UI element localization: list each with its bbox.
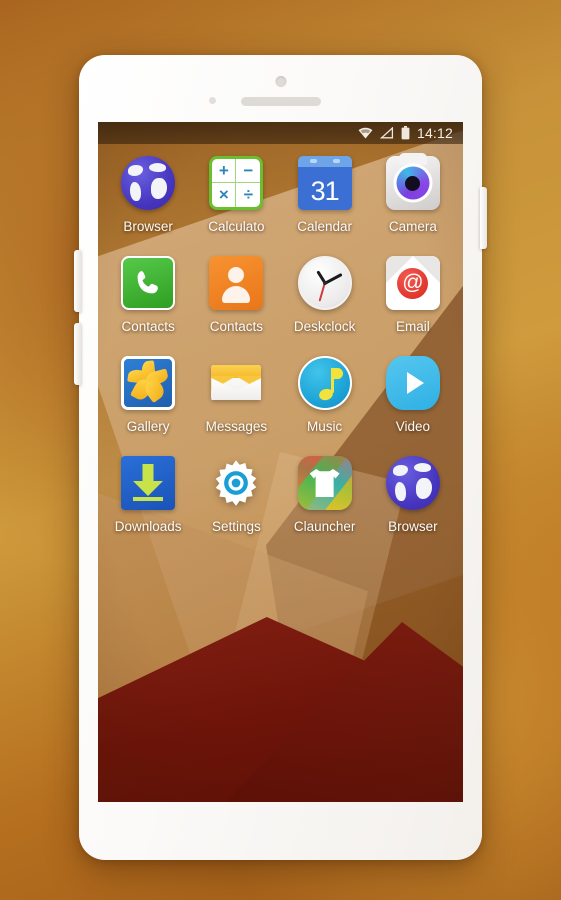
- calc-key-divide: ÷: [243, 185, 254, 204]
- app-label: Music: [306, 419, 343, 434]
- calendar-day-number: 31: [310, 176, 340, 206]
- app-browser[interactable]: Browser: [104, 156, 192, 234]
- person-icon: [209, 256, 264, 310]
- app-downloads[interactable]: Downloads: [104, 456, 192, 534]
- app-label: Contacts: [121, 319, 175, 334]
- app-email[interactable]: @ Email: [369, 256, 457, 334]
- phone-screen: 14:12 Browser + − × ÷ Calculato 31 Calen…: [98, 122, 463, 802]
- status-bar[interactable]: 14:12: [98, 122, 463, 144]
- app-settings[interactable]: Settings: [192, 456, 280, 534]
- play-button-icon: [385, 356, 440, 410]
- globe-icon: [385, 456, 440, 510]
- volume-up-button[interactable]: [74, 250, 81, 312]
- music-note-icon: [297, 356, 352, 410]
- envelope-at-icon: @: [385, 256, 440, 310]
- app-label: Calculato: [208, 219, 265, 234]
- app-clauncher[interactable]: Clauncher: [281, 456, 369, 534]
- proximity-sensor-icon: [209, 97, 216, 104]
- bottom-bezel: [79, 802, 482, 860]
- calc-key-subtract: −: [236, 159, 261, 183]
- app-label: Email: [395, 319, 430, 334]
- app-label: Calendar: [297, 219, 353, 234]
- app-label: Gallery: [126, 419, 170, 434]
- app-camera[interactable]: Camera: [369, 153, 457, 234]
- globe-icon: [121, 156, 176, 210]
- status-bar-clock: 14:12: [416, 125, 453, 141]
- calc-key-add: +: [212, 159, 237, 183]
- app-contacts-dialer[interactable]: Contacts: [104, 256, 192, 334]
- app-label: Downloads: [114, 519, 182, 534]
- calendar-icon: 31: [297, 156, 352, 210]
- analog-clock-icon: [297, 256, 352, 310]
- app-label: Contacts: [209, 319, 264, 334]
- power-button[interactable]: [480, 187, 487, 249]
- envelope-icon: [209, 356, 263, 410]
- phone-handset-icon: [121, 256, 176, 310]
- download-arrow-icon: [121, 456, 176, 510]
- wifi-icon: [358, 127, 373, 139]
- app-browser-2[interactable]: Browser: [369, 456, 457, 534]
- camera-icon: [385, 153, 440, 210]
- tshirt-icon: [297, 456, 352, 510]
- app-calendar[interactable]: 31 Calendar: [281, 156, 369, 234]
- calculator-icon: + − × ÷: [209, 156, 264, 210]
- front-camera-icon: [275, 76, 286, 87]
- app-gallery[interactable]: Gallery: [104, 356, 192, 434]
- battery-icon: [401, 126, 410, 140]
- calc-key-multiply: ×: [212, 183, 237, 207]
- phone-device: 14:12 Browser + − × ÷ Calculato 31 Calen…: [74, 55, 487, 860]
- app-label: Browser: [388, 519, 438, 534]
- volume-down-button[interactable]: [74, 323, 81, 385]
- app-messages[interactable]: Messages: [192, 356, 280, 434]
- signal-triangle-icon: [379, 127, 394, 139]
- app-contacts-people[interactable]: Contacts: [192, 256, 280, 334]
- earpiece-speaker: [240, 97, 321, 106]
- app-deskclock[interactable]: Deskclock: [281, 256, 369, 334]
- app-label: Video: [395, 419, 431, 434]
- app-label: Camera: [388, 219, 437, 234]
- gear-icon: [209, 456, 263, 510]
- app-music[interactable]: Music: [281, 356, 369, 434]
- at-symbol: @: [397, 267, 429, 299]
- app-calculator[interactable]: + − × ÷ Calculato: [192, 156, 280, 234]
- app-video[interactable]: Video: [369, 356, 457, 434]
- app-label: Browser: [123, 219, 173, 234]
- app-label: Deskclock: [293, 319, 356, 334]
- app-label: Messages: [205, 419, 268, 434]
- app-label: Clauncher: [293, 519, 356, 534]
- app-grid: Browser + − × ÷ Calculato 31 Calendar Ca…: [98, 148, 463, 534]
- flower-photo-icon: [121, 356, 176, 410]
- top-bezel: [79, 55, 482, 122]
- app-label: Settings: [211, 519, 261, 534]
